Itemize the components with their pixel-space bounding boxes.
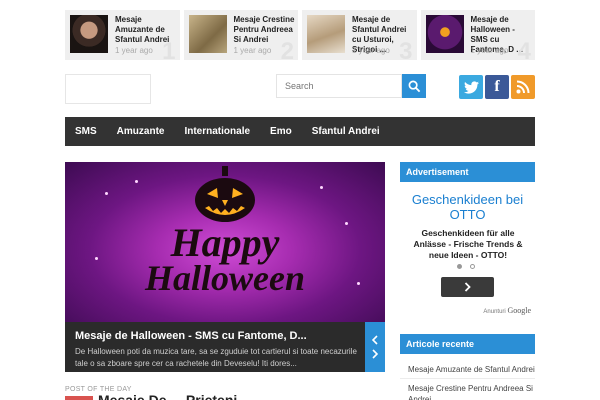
post-of-the-day-title[interactable]: Mesaje De ... Prieteni ...: [98, 392, 253, 400]
recent-strip-time: 1 year ago: [470, 46, 509, 55]
recent-articles-list: Mesaje Amuzante de Sfantul Andrei Mesaje…: [400, 360, 535, 400]
ad-attribution[interactable]: Anunturi Google: [483, 306, 531, 315]
recent-strip-time: 1 year ago: [233, 46, 272, 55]
slider-nav: [365, 322, 385, 372]
svg-text:Halloween: Halloween: [144, 258, 305, 298]
ad-widget: Geschenkideen bei OTTO Geschenkideen für…: [400, 182, 535, 322]
recent-strip-number: 1: [162, 38, 176, 60]
ad-pager: [457, 264, 475, 269]
ad-pager-dot[interactable]: [457, 264, 462, 269]
post-thumbnail[interactable]: [188, 15, 227, 53]
slide-title[interactable]: Mesaje de Halloween - SMS cu Fantome, D.…: [75, 330, 365, 342]
facebook-icon: f: [494, 78, 500, 95]
happy-halloween-lettering: Happy Halloween: [144, 220, 305, 298]
main-nav: SMS Amuzante Internationale Emo Sfantul …: [65, 117, 535, 146]
rss-icon: [516, 80, 530, 94]
google-logo: Google: [507, 306, 531, 315]
recent-strip-item[interactable]: Mesaje Amuzante de Sfantul Andrei 1 year…: [65, 10, 180, 60]
recent-strip-item[interactable]: Mesaje de Sfantul Andrei cu Usturoi, Str…: [302, 10, 417, 60]
slide-caption: Mesaje de Halloween - SMS cu Fantome, D.…: [65, 322, 385, 372]
post-thumbnail[interactable]: [425, 15, 464, 53]
nav-item-amuzante[interactable]: Amuzante: [107, 117, 175, 146]
ad-text[interactable]: Geschenkideen für alle Anlässe - Frische…: [406, 228, 530, 261]
search-input[interactable]: [276, 74, 402, 98]
facebook-button[interactable]: f: [485, 75, 509, 99]
twitter-bird-icon: [463, 80, 479, 94]
recent-strip-number: 3: [399, 38, 413, 60]
slide-excerpt: De Halloween poti da muzica tare, sa se …: [75, 347, 357, 368]
ad-title[interactable]: Geschenkideen bei OTTO: [400, 192, 535, 222]
search-icon: [408, 80, 420, 92]
nav-item-internationale[interactable]: Internationale: [174, 117, 260, 146]
recent-strip-time: 1 year ago: [115, 46, 153, 55]
recent-strip-number: 2: [280, 38, 294, 60]
ad-pager-dot[interactable]: [470, 264, 475, 269]
chevron-left-icon[interactable]: [371, 335, 379, 345]
post-thumbnail[interactable]: [70, 15, 108, 53]
twitter-button[interactable]: [459, 75, 483, 99]
post-thumbnail[interactable]: [307, 15, 345, 53]
recent-article-link[interactable]: Mesaje Amuzante de Sfantul Andrei: [400, 360, 535, 379]
chevron-right-icon: [464, 282, 471, 292]
recent-strip-time: 1 year ago: [352, 46, 390, 55]
nav-item-sfantul-andrei[interactable]: Sfantul Andrei: [302, 117, 390, 146]
recent-article-link[interactable]: Mesaje Crestine Pentru Andreea Si Andrei: [400, 379, 535, 400]
post-of-the-day-thumb[interactable]: [65, 396, 93, 400]
recent-posts-strip: Mesaje Amuzante de Sfantul Andrei 1 year…: [65, 10, 535, 60]
search-button[interactable]: [402, 74, 426, 98]
recent-strip-item[interactable]: Mesaje de Halloween - SMS cu Fantome, D …: [420, 10, 535, 60]
nav-item-sms[interactable]: SMS: [65, 117, 107, 146]
rss-button[interactable]: [511, 75, 535, 99]
recent-strip-item[interactable]: Mesaje Crestine Pentru Andreea Si Andrei…: [183, 10, 298, 60]
slide-image[interactable]: Happy Halloween: [65, 162, 385, 322]
chevron-right-icon[interactable]: [371, 349, 379, 359]
advertisement-header: Advertisement: [400, 162, 535, 182]
featured-slider: Happy Halloween Mesaje de Halloween - SM…: [65, 162, 385, 372]
recent-strip-number: 4: [517, 38, 531, 60]
ad-next-button[interactable]: [441, 277, 494, 297]
site-logo[interactable]: [65, 74, 151, 104]
recent-articles-header: Articole recente: [400, 334, 535, 354]
nav-item-emo[interactable]: Emo: [260, 117, 302, 146]
